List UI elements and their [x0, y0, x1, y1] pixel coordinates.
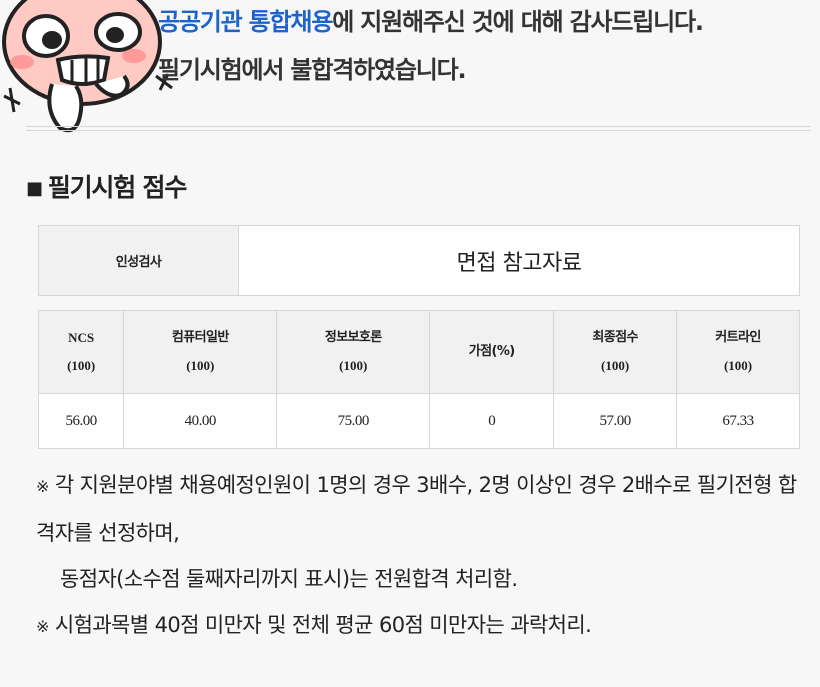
info-security-score: 75.00: [276, 393, 431, 449]
square-bullet-icon: ■: [26, 178, 43, 199]
final-score-value: 57.00: [553, 393, 678, 449]
ncs-score: 56.00: [37, 393, 125, 449]
info-security-header: 정보보호론 (100): [276, 310, 431, 394]
result-message: 공공기관 통합채용에 지원해주신 것에 대해 감사드립니다. 필기시험에서 불합…: [158, 2, 704, 90]
score-header-row: NCS (100) 컴퓨터일반 (100) 정보보호론 (100) 가점(%) 최종점…: [37, 310, 800, 394]
computer-general-score: 40.00: [123, 393, 278, 449]
note-tie-rule: 동점자(소수점 둘째자리까지 표시)는 전원합격 처리함.: [60, 567, 518, 591]
section-title-text: 필기시험 점수: [47, 173, 188, 202]
bonus-points-value: 0: [429, 393, 555, 449]
cutline-header: 커트라인 (100): [676, 310, 800, 394]
personality-test-table: 인성검사 면접 참고자료: [38, 225, 800, 296]
personality-test-value: 면접 참고자료: [238, 225, 800, 296]
reference-mark-icon: ※: [36, 477, 49, 496]
divider: [26, 126, 811, 131]
note-selection-rule: ※ 각 지원분야별 채용예정인원이 1명의 경우 3배수, 2명 이상인 경우 …: [36, 473, 797, 545]
mascot-character-illustration: [0, 0, 180, 140]
bonus-points-header: 가점(%): [429, 310, 555, 394]
reference-mark-icon: ※: [36, 617, 49, 636]
thanks-text: 에 지원해주신 것에 대해 감사드립니다.: [332, 8, 704, 36]
computer-general-header: 컴퓨터일반 (100): [123, 310, 278, 394]
cutline-value: 67.33: [676, 393, 800, 449]
recruitment-name: 공공기관 통합채용: [158, 8, 333, 36]
score-value-row: 56.00 40.00 75.00 0 57.00 67.33: [37, 393, 800, 449]
personality-test-header: 인성검사: [38, 225, 239, 296]
note-fail-rule: ※ 시험과목별 40점 미만자 및 전체 평균 60점 미만자는 과락처리.: [36, 613, 592, 637]
ncs-header: NCS (100): [37, 310, 125, 394]
fail-notice: 필기시험에서 불합격하였습니다.: [158, 56, 467, 84]
notice-notes: ※ 각 지원분야별 채용예정인원이 1명의 경우 3배수, 2명 이상인 경우 …: [36, 462, 806, 650]
thanks-line: 공공기관 통합채용에 지원해주신 것에 대해 감사드립니다.: [158, 2, 704, 42]
final-score-header: 최종점수 (100): [553, 310, 678, 394]
score-table: NCS (100) 컴퓨터일반 (100) 정보보호론 (100) 가점(%) 최종점…: [37, 310, 800, 449]
section-title: ■ 필기시험 점수: [26, 168, 188, 204]
